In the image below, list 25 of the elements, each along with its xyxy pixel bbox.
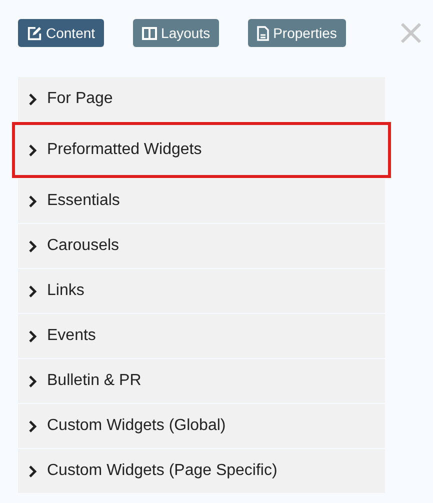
chevron-icon xyxy=(28,194,37,208)
category-item[interactable]: For Page xyxy=(18,77,385,121)
chevron-icon xyxy=(28,464,37,478)
chevron-icon xyxy=(28,374,37,388)
chevron-icon xyxy=(28,240,37,252)
category-item[interactable]: Events xyxy=(18,314,385,358)
category-item[interactable]: Carousels xyxy=(18,224,385,268)
tab[interactable]: Content xyxy=(18,19,104,47)
columns-icon xyxy=(142,26,158,40)
category-item[interactable]: Custom Widgets (Page Specific) xyxy=(18,449,385,493)
tab[interactable]: Layouts xyxy=(133,19,220,47)
tab[interactable]: Properties xyxy=(248,19,346,47)
chevron-icon xyxy=(28,144,37,156)
edit-icon xyxy=(27,26,42,40)
category-item[interactable]: Custom Widgets (Global) xyxy=(18,404,385,448)
document-icon xyxy=(257,26,270,40)
chevron-icon xyxy=(28,284,37,298)
chevron-icon xyxy=(28,420,37,432)
close-icon[interactable] xyxy=(400,22,422,44)
category-item[interactable]: Preformatted Widgets xyxy=(12,122,391,178)
chevron-icon xyxy=(28,92,37,106)
category-item[interactable]: Bulletin & PR xyxy=(18,359,385,403)
category-item[interactable]: Links xyxy=(18,269,385,313)
category-item[interactable]: Essentials xyxy=(18,179,385,223)
chevron-icon xyxy=(28,330,37,342)
